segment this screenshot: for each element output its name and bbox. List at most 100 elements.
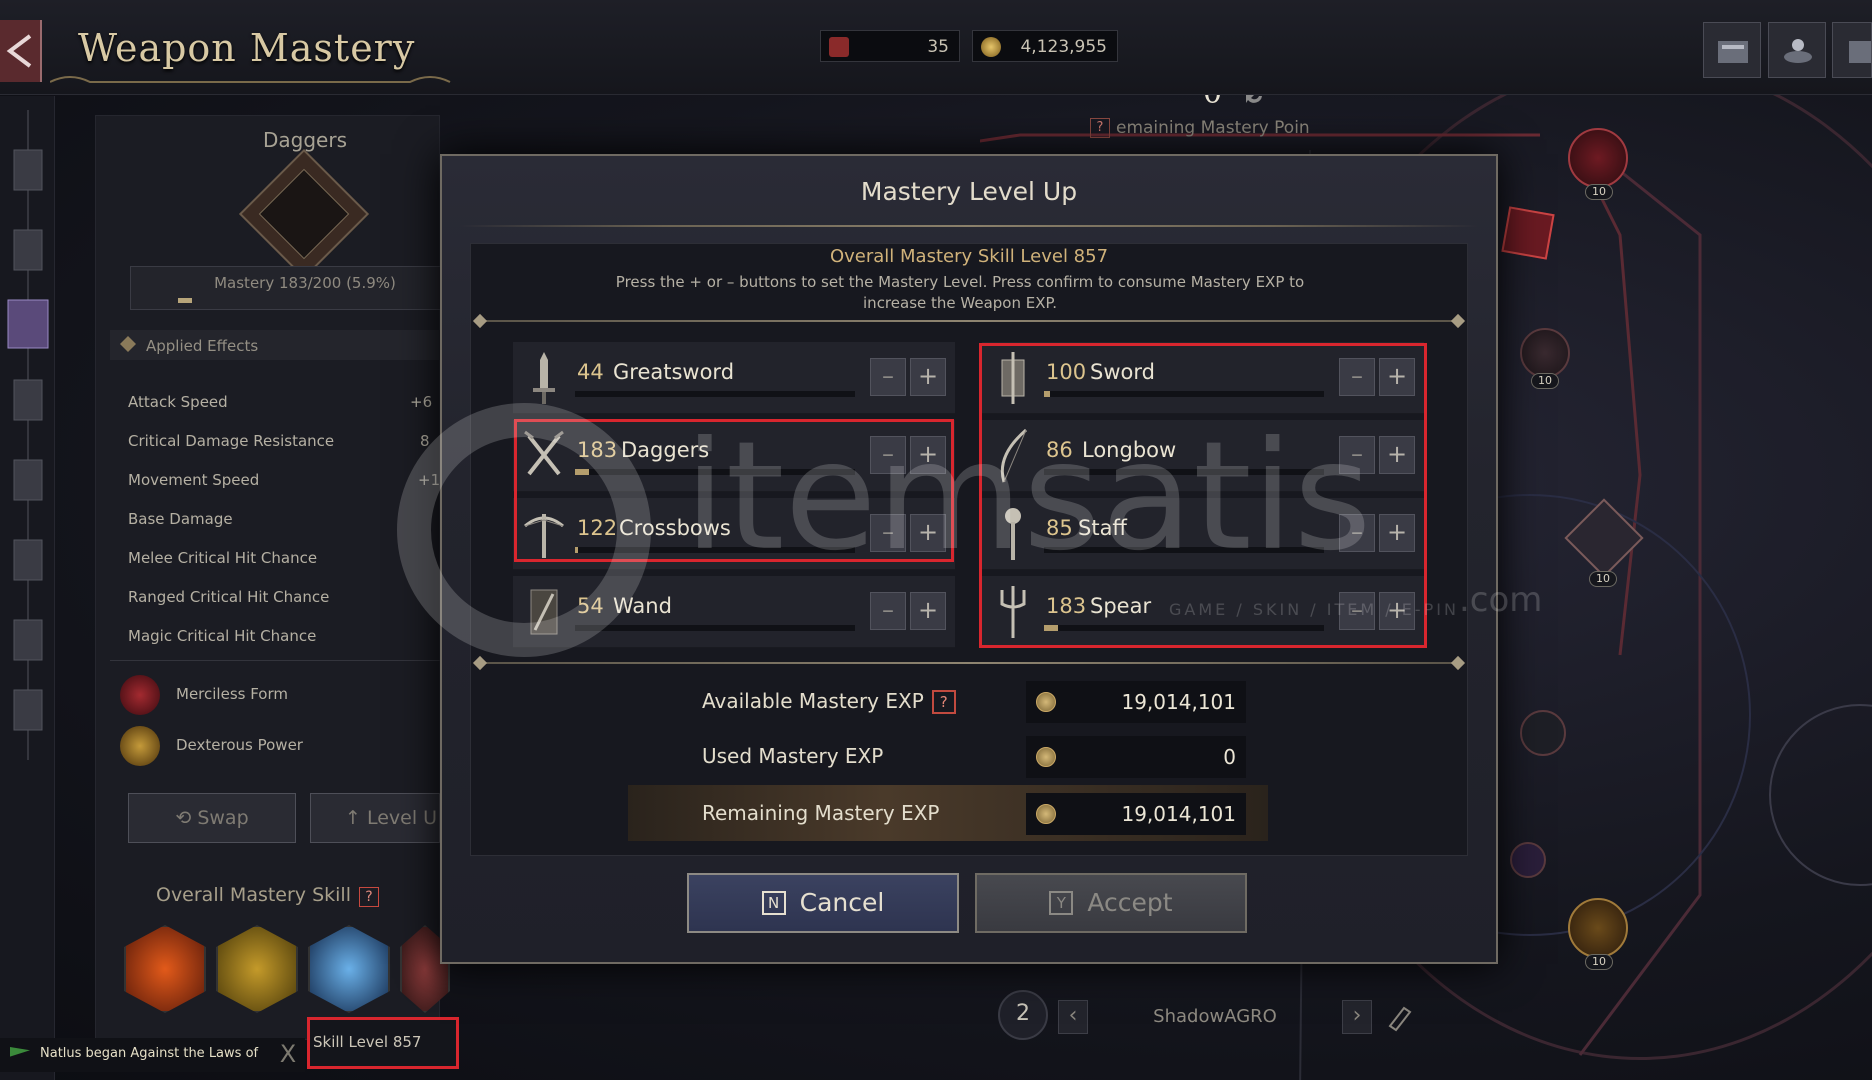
- mastery-exp-icon: [1036, 804, 1056, 824]
- weapon-row-wand: 54 Wand – +: [513, 576, 955, 648]
- overall-mastery-level: Overall Mastery Skill Level 857: [829, 246, 1109, 267]
- mastery-progress-fill: [178, 298, 192, 303]
- effect-label: Merciless Form: [176, 685, 289, 703]
- help-icon[interactable]: ?: [931, 690, 956, 714]
- stat-label: Attack Speed: [128, 393, 228, 411]
- greatsword-icon: [533, 352, 555, 404]
- gold-amount: 4,123,955: [1020, 37, 1107, 57]
- stat-label: Ranged Critical Hit Chance: [128, 588, 330, 606]
- weapon-name: Wand: [613, 594, 672, 618]
- wand-icon: [530, 589, 558, 635]
- altar-icon: [1784, 39, 1812, 63]
- stat-label: Melee Critical Hit Chance: [128, 549, 318, 567]
- stat-label: Magic Critical Hit Chance: [128, 627, 317, 645]
- swap-icon: ⟲: [175, 807, 198, 829]
- highlight-right-weapons: [979, 343, 1427, 648]
- tree-node-target[interactable]: [1520, 328, 1570, 378]
- altar-button[interactable]: [1768, 22, 1826, 78]
- decrease-button[interactable]: –: [870, 358, 906, 396]
- remaining-exp-value: 19,014,101: [1121, 802, 1236, 826]
- tree-node-crossed-swords[interactable]: [1501, 206, 1555, 260]
- decrease-button[interactable]: –: [870, 592, 906, 630]
- used-exp-value: 0: [1223, 745, 1236, 769]
- chat-close-icon[interactable]: X: [276, 1040, 300, 1068]
- back-button[interactable]: [0, 20, 42, 82]
- scroll-icon: [1849, 41, 1871, 63]
- character-slot-badge[interactable]: 2: [998, 990, 1048, 1040]
- title-divider: [460, 225, 1478, 227]
- node-level-badge: 10: [1531, 373, 1559, 389]
- arrow-up-icon: ↑: [345, 807, 367, 829]
- dialog-title: Mastery Level Up: [860, 177, 1078, 206]
- available-exp-label: Available Mastery EXP?: [702, 689, 956, 714]
- swap-label: Swap: [197, 807, 249, 829]
- weapon-exp-bar: [575, 625, 855, 631]
- prev-character-button[interactable]: ‹: [1058, 1000, 1088, 1034]
- weapon-level: 54: [577, 594, 604, 618]
- level-up-button[interactable]: ↑ Level U: [310, 793, 440, 843]
- stat-value: +1: [418, 471, 441, 489]
- increase-button[interactable]: +: [910, 358, 946, 396]
- edit-icon[interactable]: [1384, 1002, 1414, 1032]
- tree-node-dark[interactable]: [1520, 710, 1566, 756]
- available-exp-box: 19,014,101: [1026, 681, 1246, 723]
- available-exp-text: Available Mastery EXP: [702, 689, 924, 713]
- selected-weapon-name: Daggers: [263, 128, 347, 152]
- applied-effects-label: Applied Effects: [146, 337, 259, 355]
- remaining-exp-row: Remaining Mastery EXP 19,014,101: [628, 789, 1268, 839]
- cancel-button[interactable]: N Cancel: [687, 873, 959, 933]
- title-ornament: [50, 76, 451, 83]
- back-arrow-icon: [6, 34, 32, 68]
- scroll-button[interactable]: [1832, 22, 1872, 78]
- chat-message: Natlus began Against the Laws of: [40, 1046, 259, 1061]
- tree-node-gold[interactable]: [1568, 898, 1628, 958]
- used-exp-label: Used Mastery EXP: [702, 744, 884, 768]
- weapon-exp-bar: [575, 391, 855, 397]
- effect-label: Dexterous Power: [176, 736, 303, 754]
- accept-hotkey: Y: [1049, 891, 1074, 915]
- ticket-amount: 35: [927, 37, 949, 57]
- chat-notification: Natlus began Against the Laws of: [0, 1038, 305, 1072]
- weapon-row-greatsword: 44 Greatsword – +: [513, 342, 955, 414]
- codex-button[interactable]: [1703, 22, 1761, 78]
- stat-label: Critical Damage Resistance: [128, 432, 335, 450]
- effect-dexterous-power[interactable]: Dexterous Power: [120, 724, 450, 768]
- section-divider: [478, 320, 1460, 322]
- level-up-label: Level U: [366, 807, 438, 829]
- tree-node-small[interactable]: [1510, 842, 1546, 878]
- skill-level-highlight: Skill Level 857: [307, 1017, 459, 1069]
- mastery-exp-icon: [1036, 692, 1056, 712]
- swap-button[interactable]: ⟲ Swap: [128, 793, 296, 843]
- stat-label: Base Damage: [128, 510, 233, 528]
- gold-currency: 4,123,955: [972, 30, 1118, 62]
- cancel-hotkey: N: [761, 891, 786, 915]
- weapon-rail-icons: [7, 110, 49, 760]
- increase-button[interactable]: +: [910, 592, 946, 630]
- used-exp-row: Used Mastery EXP 0: [628, 732, 1268, 782]
- stat-value: 8: [420, 432, 430, 450]
- weapon-mastery-screen: 10 10 10 10 0 ? emaining Mastery Poin We…: [0, 0, 1872, 1080]
- next-character-button[interactable]: ›: [1342, 1000, 1372, 1034]
- highlight-daggers-crossbows: [514, 419, 954, 562]
- effect-merciless-form[interactable]: Merciless Form: [120, 673, 450, 717]
- remaining-exp-box: 19,014,101: [1026, 793, 1246, 835]
- help-icon[interactable]: ?: [359, 887, 379, 907]
- node-level-badge: 10: [1589, 571, 1617, 587]
- applied-effects-header: Applied Effects: [110, 330, 440, 360]
- available-exp-value: 19,014,101: [1121, 690, 1236, 714]
- ticket-currency: 35: [820, 30, 960, 62]
- stat-value: +6: [410, 393, 433, 411]
- cancel-label: Cancel: [799, 888, 885, 917]
- character-name: ShadowAGRO: [1153, 1006, 1277, 1027]
- dialog-instruction: Press the + or – buttons to set the Mast…: [615, 273, 1305, 312]
- used-exp-box: 0: [1026, 736, 1246, 778]
- weapon-name: Greatsword: [613, 360, 735, 384]
- stat-label: Movement Speed: [128, 471, 260, 489]
- remaining-points-help-icon[interactable]: ?: [1090, 118, 1110, 138]
- accept-button[interactable]: Y Accept: [975, 873, 1247, 933]
- effects-icon: [120, 336, 136, 352]
- codex-icon: [1718, 41, 1748, 63]
- node-level-badge: 10: [1585, 954, 1613, 970]
- tree-node-red[interactable]: [1568, 128, 1628, 188]
- mastery-exp-icon: [1036, 747, 1056, 767]
